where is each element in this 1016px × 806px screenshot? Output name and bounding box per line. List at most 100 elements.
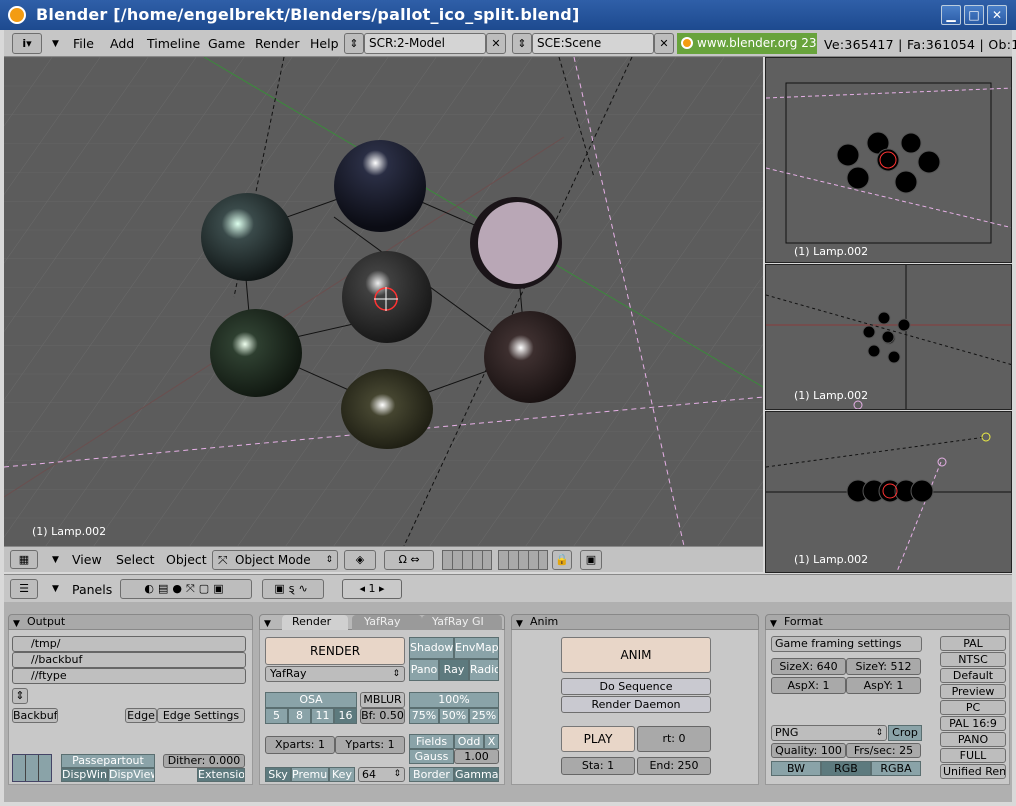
gamma-toggle[interactable]: Gamma [454,767,499,782]
play-button[interactable]: PLAY [561,726,635,752]
fields-toggle[interactable]: Fields [409,734,454,749]
collapse-buttons-header-icon[interactable]: ▼ [52,584,59,594]
preset-default[interactable]: Default [940,668,1006,683]
menu-object[interactable]: Object [166,552,207,567]
draw-type-icon[interactable]: ◈ [344,550,376,570]
game-framing-button[interactable]: Game framing settings [771,636,922,652]
do-sequence-toggle[interactable]: Do Sequence [561,678,711,695]
xparts-field[interactable]: Xparts: 1 [265,736,335,754]
scene-delete-icon[interactable]: ✕ [654,33,674,54]
dither-field[interactable]: Dither: 0.000 [163,754,245,768]
aspy-field[interactable]: AspY: 1 [846,677,921,694]
crop-toggle[interactable]: Crop [888,725,922,741]
edge-toggle[interactable]: Edge [125,708,157,723]
osa-toggle[interactable]: OSA [265,692,357,708]
extensions-toggle[interactable]: Extensio [197,768,245,782]
edge-settings-button[interactable]: Edge Settings [157,708,245,723]
fps-field[interactable]: Frs/sec: 25 [846,743,921,758]
yparts-field[interactable]: Yparts: 1 [335,736,405,754]
bf-field[interactable]: Bf: 0.50 [360,708,405,724]
render-preview-icon[interactable]: ▣ [580,550,602,570]
preset-ntsc[interactable]: NTSC [940,652,1006,667]
rgb-toggle[interactable]: RGB [821,761,871,776]
render-context-buttons[interactable]: ▣ȿ∿ [262,579,324,599]
screen-delete-icon[interactable]: ✕ [486,33,506,54]
osa-11-button[interactable]: 11 [311,708,334,724]
side-side-view[interactable]: (1) Lamp.002 [765,411,1012,573]
output-panel-header[interactable]: ▼ Output [8,614,253,630]
front-side-view[interactable]: (1) Lamp.002 [765,264,1012,410]
menu-timeline[interactable]: Timeline [147,36,200,51]
odd-toggle[interactable]: Odd [454,734,484,749]
pivot-icon[interactable]: Ω ⇔ [384,550,434,570]
tab-render[interactable]: Render [282,615,348,630]
end-frame-field[interactable]: End: 250 [637,757,711,775]
menu-add[interactable]: Add [110,36,134,51]
scene-browse-button[interactable]: ⇕ [512,33,532,54]
collapse-menu-icon[interactable]: ▼ [52,39,59,49]
mblur-toggle[interactable]: MBLUR [360,692,405,708]
shadow-toggle[interactable]: Shadow [409,637,454,659]
format-panel-header[interactable]: ▼ Format [765,614,1010,630]
render-daemon-toggle[interactable]: Render Daemon [561,696,711,713]
output-path-field[interactable]: /tmp/ [12,636,246,652]
top-side-view[interactable]: (1) Lamp.002 [765,57,1012,263]
osa-16-button[interactable]: 16 [334,708,357,724]
border-toggle[interactable]: Border [409,767,454,782]
ray-toggle[interactable]: Ray [439,659,469,681]
tab-yafray-gi[interactable]: YafRay GI [422,615,502,630]
pano-toggle[interactable]: Pano [409,659,439,681]
percent-75-button[interactable]: 75% [409,708,439,724]
percent-100-button[interactable]: 100% [409,692,499,708]
preset-preview[interactable]: Preview [940,684,1006,699]
menu-file[interactable]: File [73,36,94,51]
menu-render[interactable]: Render [255,36,300,51]
preset-unified-render[interactable]: Unified Rende [940,764,1006,779]
collapse-anim-icon[interactable]: ▼ [516,617,523,631]
aspx-field[interactable]: AspX: 1 [771,677,846,694]
lock-icon[interactable]: 🔒 [552,550,572,570]
menu-help[interactable]: Help [310,36,339,51]
dispwin-layout-icon[interactable] [12,754,52,782]
preset-pano[interactable]: PANO [940,732,1006,747]
quality-field[interactable]: Quality: 100 [771,743,846,758]
preset-pc[interactable]: PC [940,700,1006,715]
sizey-field[interactable]: SizeY: 512 [846,658,921,675]
backbuf-toggle[interactable]: Backbuf [12,708,58,723]
sizex-field[interactable]: SizeX: 640 [771,658,846,675]
anim-button[interactable]: ANIM [561,637,711,673]
frame-field[interactable]: ◂ 1 ▸ [342,579,402,599]
buttons-editor-type-icon[interactable]: ☰ [10,579,38,599]
rgba-toggle[interactable]: RGBA [871,761,921,776]
file-type-select[interactable]: PNG ⇕ [771,725,887,741]
scene-field[interactable]: SCE:Scene [532,33,654,54]
preset-full[interactable]: FULL [940,748,1006,763]
minimize-button[interactable]: ▁ [941,5,961,25]
rt-field[interactable]: rt: 0 [637,726,711,752]
layer-buttons-a[interactable] [442,550,492,570]
maximize-button[interactable]: □ [964,5,984,25]
context-buttons[interactable]: ◐▤●⤧▢▣ [120,579,252,599]
envmap-toggle[interactable]: EnvMap [454,637,499,659]
depth-select[interactable]: 64 ⇕ [358,767,405,782]
screen-browse-button[interactable]: ⇕ [344,33,364,54]
dispwin-button[interactable]: DispWin [61,768,108,782]
menu-view[interactable]: View [72,552,102,567]
osa-8-button[interactable]: 8 [288,708,311,724]
collapse-render-icon[interactable]: ▼ [264,617,271,631]
backbuf-path-field[interactable]: //backbuf [12,652,246,668]
ftype-path-field[interactable]: //ftype [12,668,246,684]
percent-50-button[interactable]: 50% [439,708,469,724]
info-icon[interactable]: i▾ [12,33,42,54]
anim-panel-header[interactable]: ▼ Anim [511,614,759,630]
gauss-toggle[interactable]: Gauss [409,749,454,764]
dispview-button[interactable]: DispView [108,768,155,782]
collapse-output-icon[interactable]: ▼ [13,617,20,631]
object-mode-select[interactable]: ⤧ Object Mode ⇕ [212,550,338,570]
passepartout-toggle[interactable]: Passepartout [61,754,155,768]
layer-buttons-b[interactable] [498,550,548,570]
scene-link-button[interactable]: ⇕ [12,688,28,704]
preset-pal[interactable]: PAL [940,636,1006,651]
editor-type-icon[interactable]: ▦ [10,550,38,569]
website-link[interactable]: www.blender.org 236 [677,33,817,54]
